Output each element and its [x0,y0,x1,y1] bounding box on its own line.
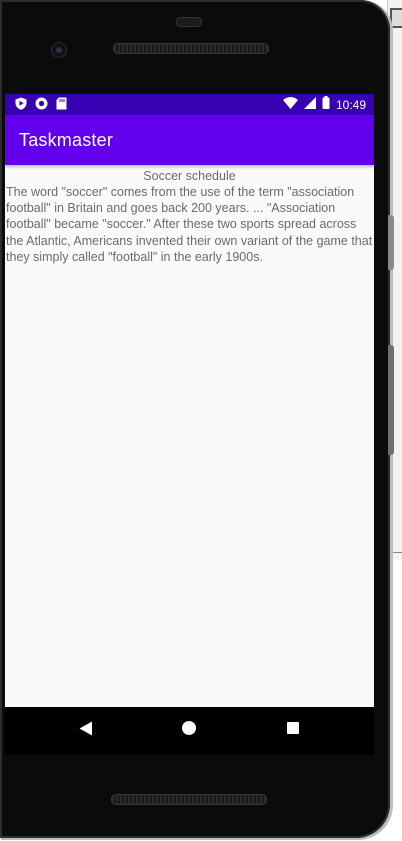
status-bar: 10:49 [5,94,374,115]
status-bar-system: 10:49 [282,96,366,114]
app-title: Taskmaster [19,130,114,150]
back-icon[interactable] [79,721,93,741]
battery-icon [322,96,330,114]
task-detail: Soccer schedule The word "soccer" comes … [5,165,374,265]
emulator-stage: 10:49 Taskmaster Soccer schedule The wor… [0,0,402,841]
front-camera [51,42,67,58]
recents-icon[interactable] [287,722,299,734]
navigation-bar [5,707,374,755]
top-speaker-grille [113,43,269,54]
bottom-speaker-grille [111,794,267,805]
task-title: Soccer schedule [143,169,236,183]
volume-button[interactable] [388,345,394,455]
home-icon[interactable] [182,721,196,735]
status-time: 10:49 [335,98,366,112]
device-screen: 10:49 Taskmaster Soccer schedule The wor… [5,94,374,755]
sd-card-icon [56,97,67,115]
phone-frame: 10:49 Taskmaster Soccer schedule The wor… [0,0,390,838]
background-window-divider [390,552,402,553]
task-body: The word "soccer" comes from the use of … [6,185,373,264]
signal-icon [303,96,316,114]
power-button[interactable] [388,215,394,270]
status-bar-notifications [15,97,67,115]
wifi-icon [282,96,298,114]
background-window-icon [390,8,402,28]
app-bar: Taskmaster [5,115,374,165]
phone-earpiece [176,17,202,27]
play-protect-icon [15,97,27,115]
record-icon [35,97,48,115]
